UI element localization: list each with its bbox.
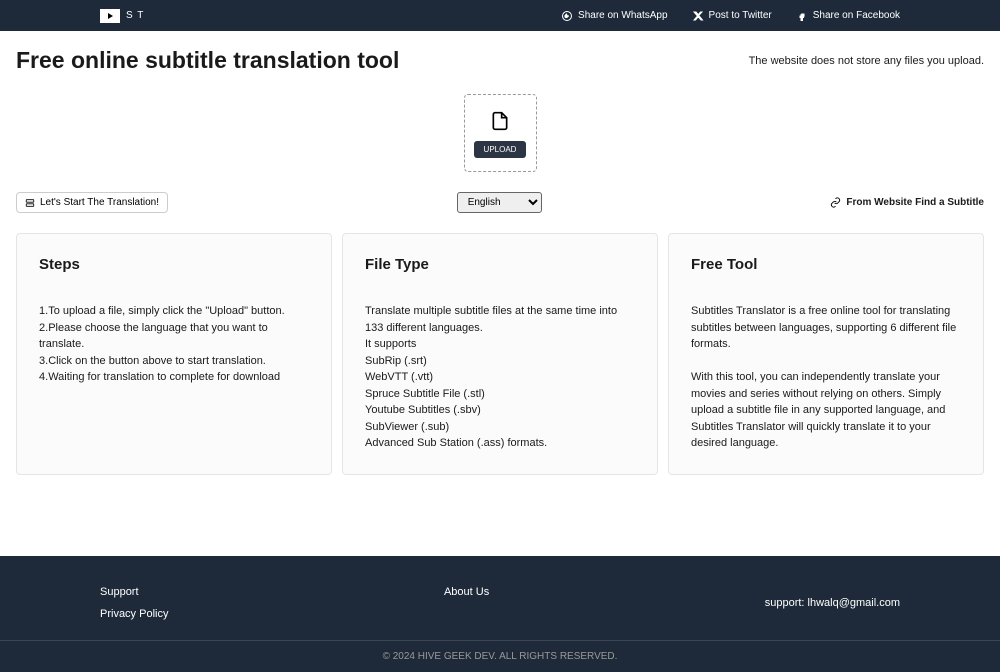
format-item: Advanced Sub Station (.ass) formats. [365, 435, 635, 452]
filetype-supports: It supports [365, 336, 635, 353]
main: Free online subtitle translation tool Th… [0, 31, 1000, 491]
logo-text: S T [126, 10, 144, 21]
whatsapp-icon [561, 10, 573, 22]
format-item: Spruce Subtitle File (.stl) [365, 386, 635, 403]
steps-title: Steps [39, 256, 309, 273]
footer-col-right: support: lhwalq@gmail.com [765, 597, 900, 609]
upload-area: UPLOAD [16, 94, 984, 172]
title-row: Free online subtitle translation tool Th… [16, 47, 984, 74]
find-subtitle-link[interactable]: From Website Find a Subtitle [830, 197, 984, 208]
step-item: Waiting for translation to complete for … [39, 369, 309, 386]
controls-row: Let's Start The Translation! English Fro… [16, 192, 984, 213]
filetype-content: Translate multiple subtitle files at the… [365, 303, 635, 452]
start-translation-button[interactable]: Let's Start The Translation! [16, 192, 168, 213]
warning-text: The website does not store any files you… [749, 55, 984, 67]
logo-icon [100, 9, 120, 23]
upload-button[interactable]: UPLOAD [474, 141, 527, 158]
footer-col-left: Support Privacy Policy [100, 586, 168, 620]
cards-row: Steps To upload a file, simply click the… [16, 233, 984, 475]
support-email: support: lhwalq@gmail.com [765, 597, 900, 609]
share-whatsapp-link[interactable]: Share on WhatsApp [561, 10, 668, 22]
link-icon [830, 197, 841, 208]
footer: Support Privacy Policy About Us support:… [0, 556, 1000, 672]
step-item: Click on the button above to start trans… [39, 353, 309, 370]
logo[interactable]: S T [100, 9, 144, 23]
share-facebook-link[interactable]: Share on Facebook [796, 10, 900, 22]
freetool-content: Subtitles Translator is a free online to… [691, 303, 961, 452]
share-twitter-link[interactable]: Post to Twitter [692, 10, 772, 22]
steps-list: To upload a file, simply click the "Uplo… [39, 303, 309, 386]
support-link[interactable]: Support [100, 586, 168, 598]
share-twitter-label: Post to Twitter [709, 10, 772, 21]
file-icon [490, 109, 510, 133]
footer-links: Support Privacy Policy About Us support:… [0, 556, 1000, 640]
find-subtitle-label: From Website Find a Subtitle [846, 197, 984, 208]
format-item: SubRip (.srt) [365, 353, 635, 370]
filetype-title: File Type [365, 256, 635, 273]
format-item: SubViewer (.sub) [365, 419, 635, 436]
step-item: Please choose the language that you want… [39, 320, 309, 353]
freetool-p2: With this tool, you can independently tr… [691, 369, 961, 452]
share-facebook-label: Share on Facebook [813, 10, 900, 21]
start-button-label: Let's Start The Translation! [40, 197, 159, 208]
header: S T Share on WhatsApp Post to Twitter Sh… [0, 0, 1000, 31]
facebook-icon [796, 10, 808, 22]
filetype-intro: Translate multiple subtitle files at the… [365, 303, 635, 336]
format-item: WebVTT (.vtt) [365, 369, 635, 386]
copyright: © 2024 HIVE GEEK DEV. ALL RIGHTS RESERVE… [0, 641, 1000, 672]
footer-col-center: About Us [444, 586, 489, 620]
language-select[interactable]: English [457, 192, 542, 213]
privacy-link[interactable]: Privacy Policy [100, 608, 168, 620]
upload-dropzone[interactable]: UPLOAD [464, 94, 537, 172]
share-links: Share on WhatsApp Post to Twitter Share … [561, 10, 900, 22]
twitter-icon [692, 10, 704, 22]
page-title: Free online subtitle translation tool [16, 47, 399, 74]
freetool-p1: Subtitles Translator is a free online to… [691, 303, 961, 353]
step-item: To upload a file, simply click the "Uplo… [39, 303, 309, 320]
format-item: Youtube Subtitles (.sbv) [365, 402, 635, 419]
share-whatsapp-label: Share on WhatsApp [578, 10, 668, 21]
freetool-title: Free Tool [691, 256, 961, 273]
about-link[interactable]: About Us [444, 586, 489, 598]
freetool-card: Free Tool Subtitles Translator is a free… [668, 233, 984, 475]
steps-card: Steps To upload a file, simply click the… [16, 233, 332, 475]
filetype-card: File Type Translate multiple subtitle fi… [342, 233, 658, 475]
translate-icon [25, 198, 35, 208]
